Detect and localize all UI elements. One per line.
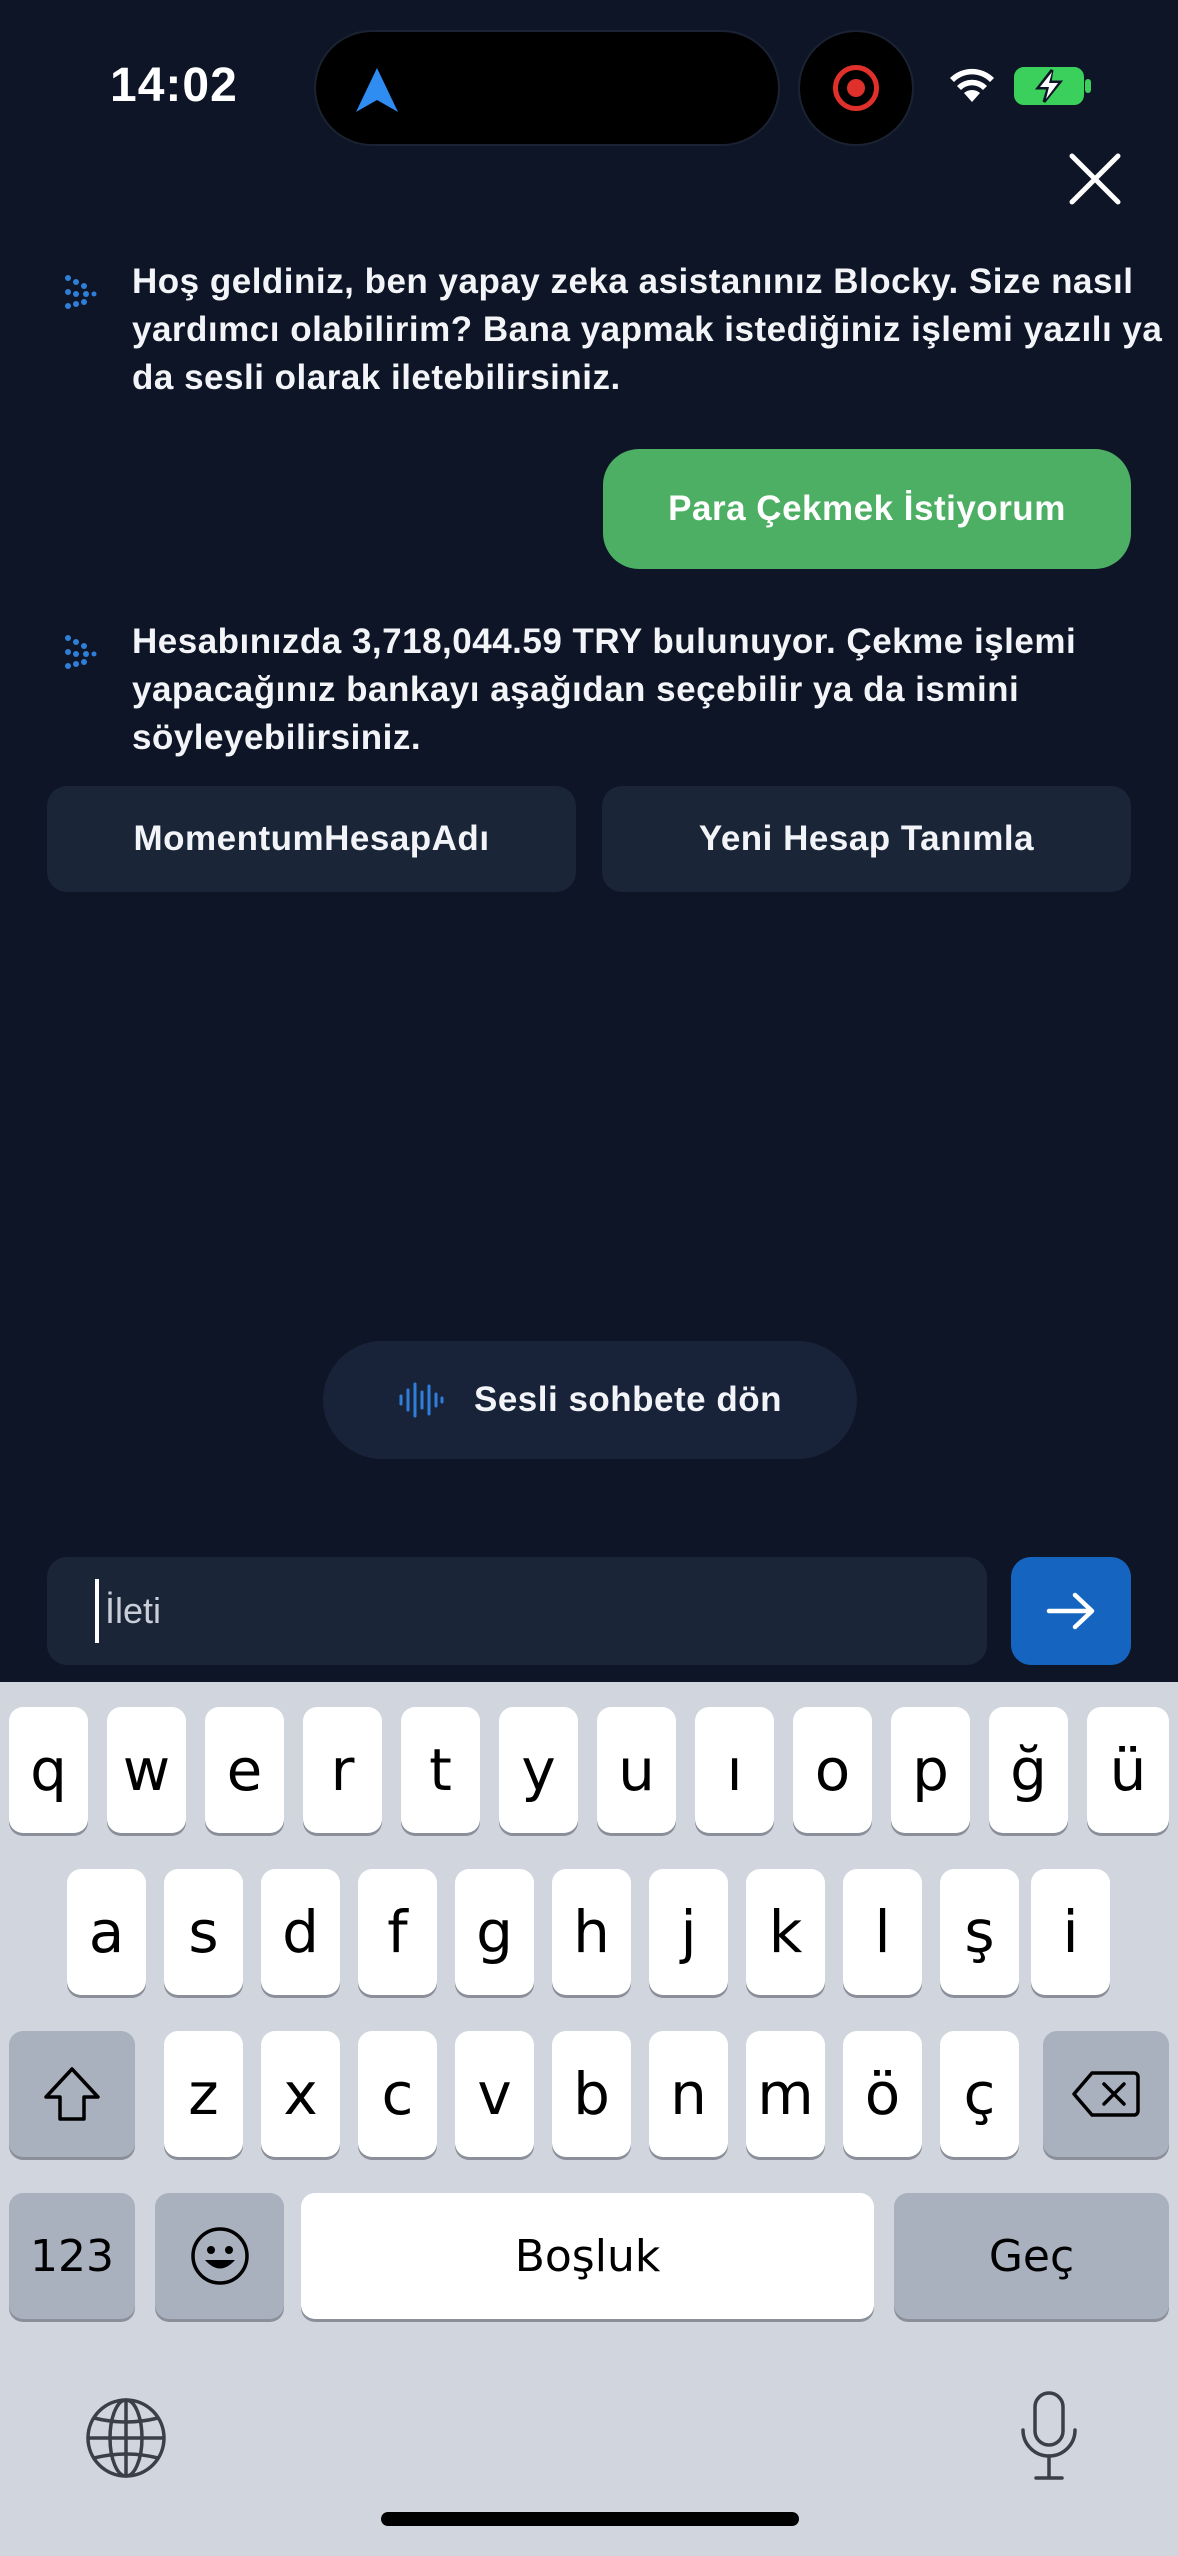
voice-chat-label: Sesli sohbete dön <box>474 1380 782 1419</box>
key-x[interactable]: x <box>261 2031 340 2157</box>
status-time: 14:02 <box>110 59 238 112</box>
key-h[interactable]: h <box>552 1869 631 1995</box>
key-g-breve[interactable]: ğ <box>989 1707 1068 1833</box>
wifi-icon <box>950 68 994 102</box>
new-account-button[interactable]: Yeni Hesap Tanımla <box>602 786 1131 892</box>
voice-chat-button[interactable]: Sesli sohbete dön <box>323 1341 857 1459</box>
message-input[interactable]: İleti <box>47 1557 987 1665</box>
arrow-right-icon <box>1046 1592 1095 1630</box>
key-o-umlaut[interactable]: ö <box>843 2031 922 2157</box>
key-p[interactable]: p <box>891 1707 970 1833</box>
text-cursor <box>95 1579 99 1643</box>
key-q[interactable]: q <box>9 1707 88 1833</box>
keyboard: q w e r t y u ı o p ğ ü a s d f g h j k … <box>0 1682 1178 2556</box>
key-i[interactable]: i <box>1031 1869 1110 1995</box>
key-y[interactable]: y <box>499 1707 578 1833</box>
send-button[interactable] <box>1011 1557 1131 1665</box>
location-arrow-icon <box>356 68 398 112</box>
space-key[interactable]: Boşluk <box>301 2193 874 2319</box>
key-dotless-i[interactable]: ı <box>695 1707 774 1833</box>
user-message-bubble: Para Çekmek İstiyorum <box>603 449 1131 569</box>
emoji-icon <box>190 2227 249 2285</box>
key-a[interactable]: a <box>67 1869 146 1995</box>
key-e[interactable]: e <box>205 1707 284 1833</box>
key-s-cedilla[interactable]: ş <box>940 1869 1019 1995</box>
screen-recording-indicator <box>798 30 914 146</box>
blocky-bot-icon <box>65 275 97 309</box>
message-input-value: İleti <box>105 1590 162 1631</box>
key-o[interactable]: o <box>793 1707 872 1833</box>
shift-icon <box>44 2067 100 2121</box>
globe-icon[interactable] <box>84 2396 168 2480</box>
close-icon[interactable] <box>1068 152 1122 206</box>
key-v[interactable]: v <box>455 2031 534 2157</box>
key-s[interactable]: s <box>164 1869 243 1995</box>
return-key[interactable]: Geç <box>894 2193 1169 2319</box>
key-r[interactable]: r <box>303 1707 382 1833</box>
home-indicator <box>381 2512 799 2526</box>
blocky-bot-icon <box>65 635 97 669</box>
key-u[interactable]: u <box>597 1707 676 1833</box>
key-w[interactable]: w <box>107 1707 186 1833</box>
dynamic-island <box>314 30 780 146</box>
delete-key[interactable] <box>1043 2031 1169 2157</box>
key-l[interactable]: l <box>843 1869 922 1995</box>
key-f[interactable]: f <box>358 1869 437 1995</box>
key-c-cedilla[interactable]: ç <box>940 2031 1019 2157</box>
key-j[interactable]: j <box>649 1869 728 1995</box>
shift-key[interactable] <box>9 2031 135 2157</box>
emoji-key[interactable] <box>155 2193 284 2319</box>
key-c[interactable]: c <box>358 2031 437 2157</box>
key-n[interactable]: n <box>649 2031 728 2157</box>
bot-message-text: Hoş geldiniz, ben yapay zeka asistanınız… <box>132 262 1163 397</box>
account-option-button[interactable]: MomentumHesapAdı <box>47 786 576 892</box>
key-u-umlaut[interactable]: ü <box>1087 1707 1169 1833</box>
record-icon <box>833 65 879 111</box>
numbers-key[interactable]: 123 <box>9 2193 135 2319</box>
key-m[interactable]: m <box>746 2031 825 2157</box>
backspace-icon <box>1072 2071 1140 2117</box>
bot-message-text: Hesabınızda 3,718,044.59 TRY bulunuyor. … <box>132 622 1077 757</box>
key-t[interactable]: t <box>401 1707 480 1833</box>
key-k[interactable]: k <box>746 1869 825 1995</box>
key-b[interactable]: b <box>552 2031 631 2157</box>
key-z[interactable]: z <box>164 2031 243 2157</box>
battery-charging-icon <box>1014 67 1091 105</box>
waveform-icon <box>399 1382 444 1418</box>
key-g[interactable]: g <box>455 1869 534 1995</box>
microphone-icon[interactable] <box>1018 2390 1080 2482</box>
key-d[interactable]: d <box>261 1869 340 1995</box>
